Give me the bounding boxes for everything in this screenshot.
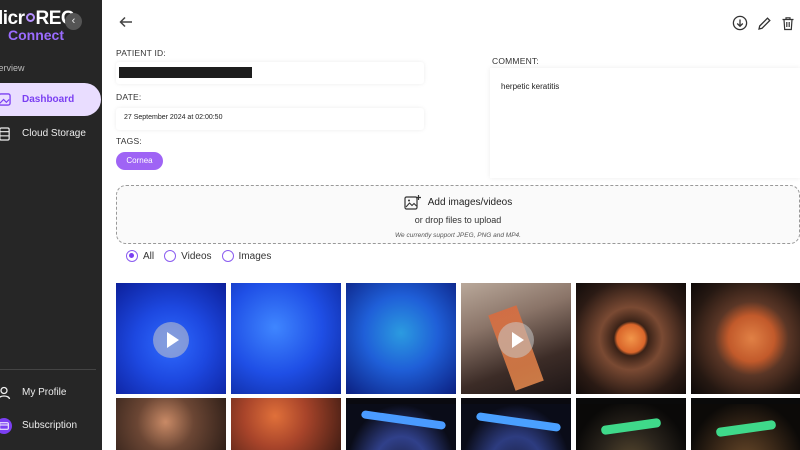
filter-videos[interactable]: Videos: [164, 250, 212, 262]
logo-record-mark: [25, 13, 35, 22]
filter-label: Images: [238, 250, 272, 262]
date-value: 27 September 2024 at 02:00:50: [124, 114, 223, 121]
media-thumbnail[interactable]: [346, 283, 456, 394]
sidebar-item-label: Cloud Storage: [22, 128, 86, 139]
radio-icon: [164, 250, 177, 262]
add-image-icon: [404, 195, 421, 210]
sidebar-item-subscription[interactable]: Subscription: [0, 409, 77, 442]
sidebar-section-label: verview: [0, 63, 25, 73]
media-thumbnail[interactable]: [576, 283, 686, 394]
sidebar: licrREC Connect ‹ verview Dashboard Clou…: [0, 0, 102, 450]
filter-label: Videos: [181, 250, 212, 262]
date-field[interactable]: 27 September 2024 at 02:00:50: [116, 108, 424, 130]
filter-label: All: [143, 250, 155, 262]
tags-label: TAGS:: [116, 136, 142, 146]
slit-beam: [475, 412, 562, 432]
upload-title: Add images/videos: [427, 197, 513, 208]
media-filter: All Videos Images: [126, 250, 271, 262]
comment-label: COMMENT:: [492, 56, 539, 66]
media-thumbnail[interactable]: [461, 398, 571, 450]
logo-text-1: licr: [0, 8, 25, 29]
sidebar-item-dashboard[interactable]: Dashboard: [0, 83, 101, 116]
media-thumbnail[interactable]: [691, 283, 800, 394]
media-thumbnail[interactable]: [231, 283, 341, 394]
collapse-sidebar-button[interactable]: ‹: [65, 13, 82, 30]
upload-subtitle: or drop files to upload: [414, 215, 502, 225]
slit-beam: [715, 419, 777, 438]
upload-supported-formats: We currently support JPEG, PNG and MP4.: [395, 232, 521, 239]
upload-dropzone[interactable]: Add images/videos or drop files to uploa…: [116, 185, 800, 244]
user-icon: [0, 386, 14, 400]
comment-value: herpetic keratitis: [501, 82, 560, 91]
filter-all[interactable]: All: [126, 250, 154, 262]
media-thumbnail[interactable]: [346, 398, 456, 450]
radio-selected-icon: [126, 250, 138, 262]
sidebar-item-label: Dashboard: [22, 94, 75, 105]
download-icon[interactable]: [732, 15, 748, 31]
main-content: PATIENT ID: DATE: 27 September 2024 at 0…: [102, 0, 800, 450]
play-icon: [498, 322, 534, 358]
app-logo: licr REC Connect: [0, 8, 75, 43]
sidebar-item-label: My Profile: [22, 387, 67, 398]
arrow-left-icon: [119, 16, 132, 28]
edit-icon[interactable]: [756, 15, 772, 31]
media-thumbnail[interactable]: [461, 283, 571, 394]
logo-subtitle: Connect: [8, 27, 64, 43]
slit-beam: [360, 410, 447, 430]
patient-id-label: PATIENT ID:: [116, 48, 166, 58]
date-label: DATE:: [116, 92, 142, 102]
media-thumbnail[interactable]: [576, 398, 686, 450]
play-icon: [153, 322, 189, 358]
header-actions: [732, 15, 796, 31]
sidebar-item-label: Subscription: [22, 420, 78, 431]
chevron-left-icon: ‹: [71, 15, 76, 27]
media-thumbnail[interactable]: [116, 398, 226, 450]
radio-icon: [221, 250, 234, 262]
slit-beam: [600, 417, 662, 436]
storage-icon: [0, 126, 14, 141]
media-thumbnail[interactable]: [231, 398, 341, 450]
subscription-icon: [0, 417, 12, 434]
patient-id-field[interactable]: [116, 62, 424, 84]
sidebar-item-my-profile[interactable]: My Profile: [0, 376, 66, 409]
back-button[interactable]: [119, 15, 133, 32]
tag-chip[interactable]: Cornea: [116, 152, 163, 170]
sidebar-divider: [0, 369, 96, 370]
comment-field[interactable]: herpetic keratitis: [490, 68, 800, 178]
filter-images[interactable]: Images: [221, 250, 272, 262]
delete-icon[interactable]: [780, 15, 796, 31]
image-icon: [0, 93, 14, 106]
sidebar-item-cloud-storage[interactable]: Cloud Storage: [0, 117, 86, 150]
redacted-patient-id: [119, 67, 252, 78]
media-thumbnail[interactable]: [691, 398, 800, 450]
media-thumbnail[interactable]: [116, 283, 226, 394]
